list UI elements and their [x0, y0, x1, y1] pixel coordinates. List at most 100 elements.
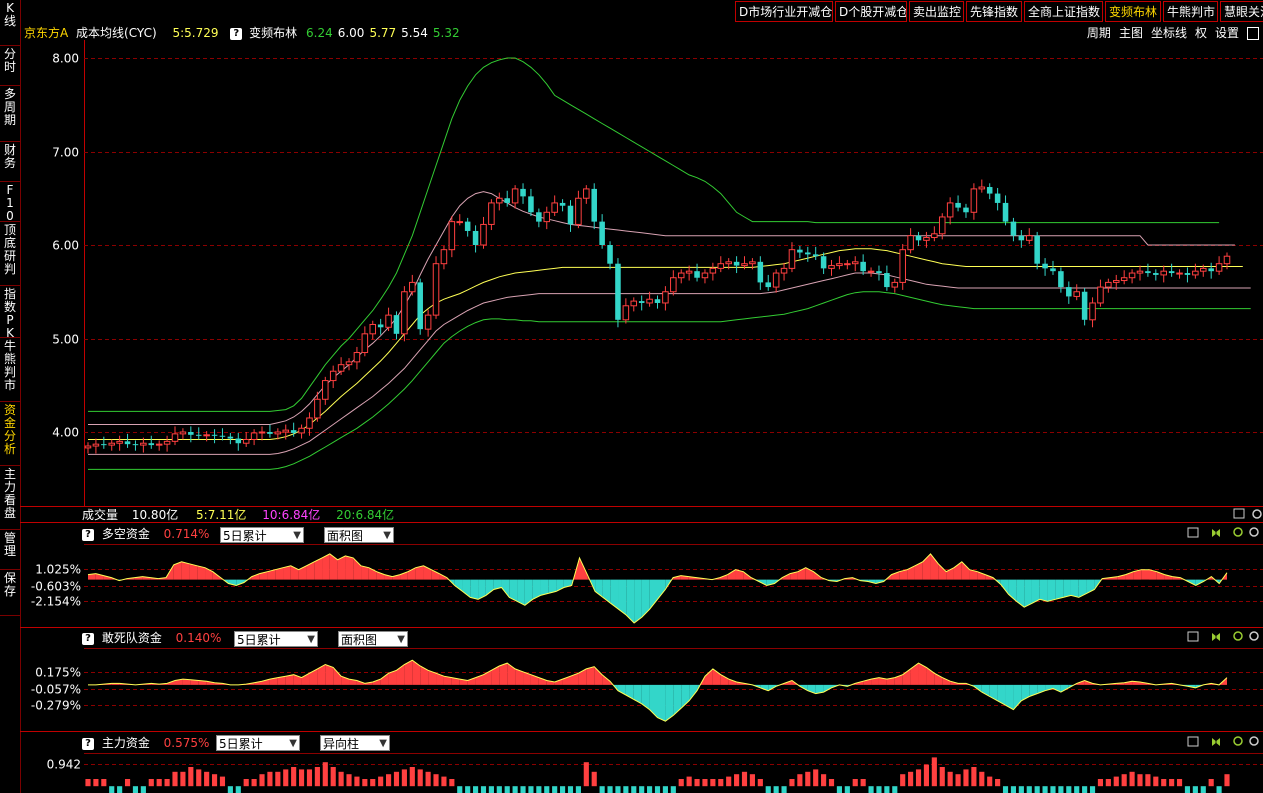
help-icon[interactable]: ? — [230, 27, 243, 40]
panel-3-bar-123 — [1058, 786, 1064, 793]
boll-values: 6.24 6.00 5.77 5.54 5.32 — [301, 26, 460, 40]
panel-1-area-segment-49 — [470, 579, 479, 600]
panel-3-bar-47 — [457, 786, 463, 793]
candle-body-26 — [290, 430, 297, 433]
help-icon[interactable]: ? — [82, 528, 94, 541]
candle-body-73 — [662, 291, 669, 304]
expand-icon[interactable] — [1247, 27, 1259, 40]
candle-body-18 — [227, 436, 234, 439]
panel-2-area-segment-71 — [649, 684, 658, 718]
right-menu-item-1[interactable]: 主图 — [1119, 26, 1143, 40]
boll-value-0: 6.24 — [306, 26, 333, 40]
panel-3-bar-9 — [156, 779, 162, 787]
candle-body-12 — [179, 431, 187, 435]
candle-body-81 — [725, 261, 732, 265]
panel-2-area-segment-37 — [380, 673, 389, 685]
panel-3-bar-6 — [132, 786, 139, 793]
right-menu-item-0[interactable]: 周期 — [1087, 26, 1111, 40]
panel-3-bar-130 — [1113, 776, 1119, 787]
panel-2-area-segment-80 — [720, 674, 729, 685]
help-icon[interactable]: ? — [82, 632, 94, 645]
panel-1-area-segment-73 — [657, 579, 666, 600]
candle-body-76 — [685, 270, 693, 274]
candle-body-13 — [188, 432, 194, 435]
panel-3-bar-139 — [1184, 786, 1191, 793]
panel-3-bar-58 — [544, 786, 550, 793]
candle-body-131 — [1120, 277, 1128, 282]
panel-3-bar-7 — [140, 786, 146, 793]
main-ytick-label-0: 8.00 — [52, 52, 79, 66]
candle-body-69 — [630, 300, 638, 307]
panel-1-area-segment-127 — [1078, 579, 1087, 598]
volume-header: 成交量 10.80亿 5:7.11亿 10:6.84亿 20:6.84亿 — [82, 507, 394, 523]
panel-3-bar-20 — [243, 779, 249, 787]
panel-3-bar-81 — [726, 776, 732, 787]
panel-3-bar-59 — [552, 786, 558, 793]
panel-3-bar-64 — [591, 771, 597, 787]
panel-3-bar-104 — [908, 771, 914, 787]
panel-3-bar-21 — [251, 779, 257, 787]
panel-1-area-segment-120 — [1024, 579, 1032, 608]
panel-3-swap-icon — [1212, 738, 1220, 746]
panel-1-area-segment-125 — [1063, 579, 1071, 598]
panel-2-value: 0.140% — [175, 631, 222, 645]
panel-1-area-segment-56 — [524, 579, 533, 606]
panel-3-bar-63 — [583, 762, 589, 787]
help-icon[interactable]: ? — [82, 737, 94, 750]
candle-body-122 — [1050, 268, 1056, 272]
panel-1-title: 多空资金 — [101, 527, 150, 541]
candle-body-95 — [836, 263, 843, 267]
chevron-down-icon: ▼ — [293, 530, 301, 541]
panel-3-bar-75 — [678, 779, 684, 787]
panel-2-style-select[interactable]: 面积图 ▼ — [338, 631, 408, 647]
panel-2-area-segment-67 — [617, 684, 626, 696]
panel-1-area-segment-135 — [1141, 569, 1149, 580]
panel-3-bar-77 — [694, 779, 700, 787]
candle-body-136 — [1160, 270, 1167, 276]
panel-3-close-icon — [1249, 736, 1259, 746]
candle-body-14 — [195, 434, 202, 436]
stock-name[interactable]: 京东方A — [24, 26, 68, 40]
panel-3-bar-52 — [496, 786, 502, 793]
panel-3-window-icon — [1187, 736, 1199, 747]
right-menu-item-2[interactable]: 坐标线 — [1151, 26, 1187, 40]
main-ytick-label-2: 6.00 — [52, 239, 79, 253]
panel-3-bar-80 — [718, 779, 724, 787]
panel-1-window-icon — [1187, 527, 1199, 538]
panel-1-period-select[interactable]: 5日累计 ▼ — [220, 527, 304, 543]
panel-3-style-select[interactable]: 异向柱 ▼ — [320, 735, 390, 751]
panel-2-area-segment-78 — [704, 668, 713, 685]
right-menu-item-3[interactable]: 权 — [1195, 26, 1207, 40]
panel-3-bar-0 — [85, 779, 91, 787]
panel-2-area-segment-70 — [641, 684, 650, 710]
candle-body-56 — [528, 196, 534, 213]
candle-body-121 — [1042, 263, 1048, 269]
panel-2-period-select[interactable]: 5日累计 ▼ — [234, 631, 318, 647]
panel-1-header: ? 多空资金 0.714% — [82, 526, 209, 542]
panel-3-bar-137 — [1169, 779, 1175, 787]
panel-3-bar-144 — [1224, 774, 1230, 787]
candle-body-67 — [615, 263, 621, 320]
right-menu-item-4[interactable]: 设置 — [1215, 26, 1239, 40]
panel-3-bar-45 — [441, 776, 447, 787]
panel-2-area-segment-52 — [499, 663, 508, 685]
panel-3-bar-26 — [291, 767, 297, 787]
candle-body-35 — [361, 333, 369, 354]
panel-2-ytick-label-2: -0.279% — [31, 699, 81, 713]
panel-1-area-segment-58 — [540, 579, 549, 596]
indicator-name: 成本均线(CYC) — [76, 26, 157, 40]
panel-1-style-select[interactable]: 面积图 ▼ — [324, 527, 394, 543]
candle-body-113 — [978, 186, 986, 190]
candle-body-141 — [1200, 267, 1207, 272]
panel-3-bar-109 — [947, 771, 953, 787]
boll-name: 变频布林 — [249, 26, 298, 40]
panel-1-area-segment-71 — [641, 579, 650, 618]
panel-3-period-select[interactable]: 5日累计 ▼ — [216, 735, 300, 751]
panel-3-bar-73 — [662, 786, 668, 793]
panel-3-bar-79 — [710, 779, 716, 787]
panel-3-header: ? 主力资金 0.575% — [82, 735, 209, 751]
candle-body-11 — [171, 433, 179, 442]
panel-3-bar-126 — [1082, 786, 1088, 793]
panel-1-value: 0.714% — [163, 527, 210, 541]
chevron-down-icon: ▼ — [383, 530, 391, 541]
